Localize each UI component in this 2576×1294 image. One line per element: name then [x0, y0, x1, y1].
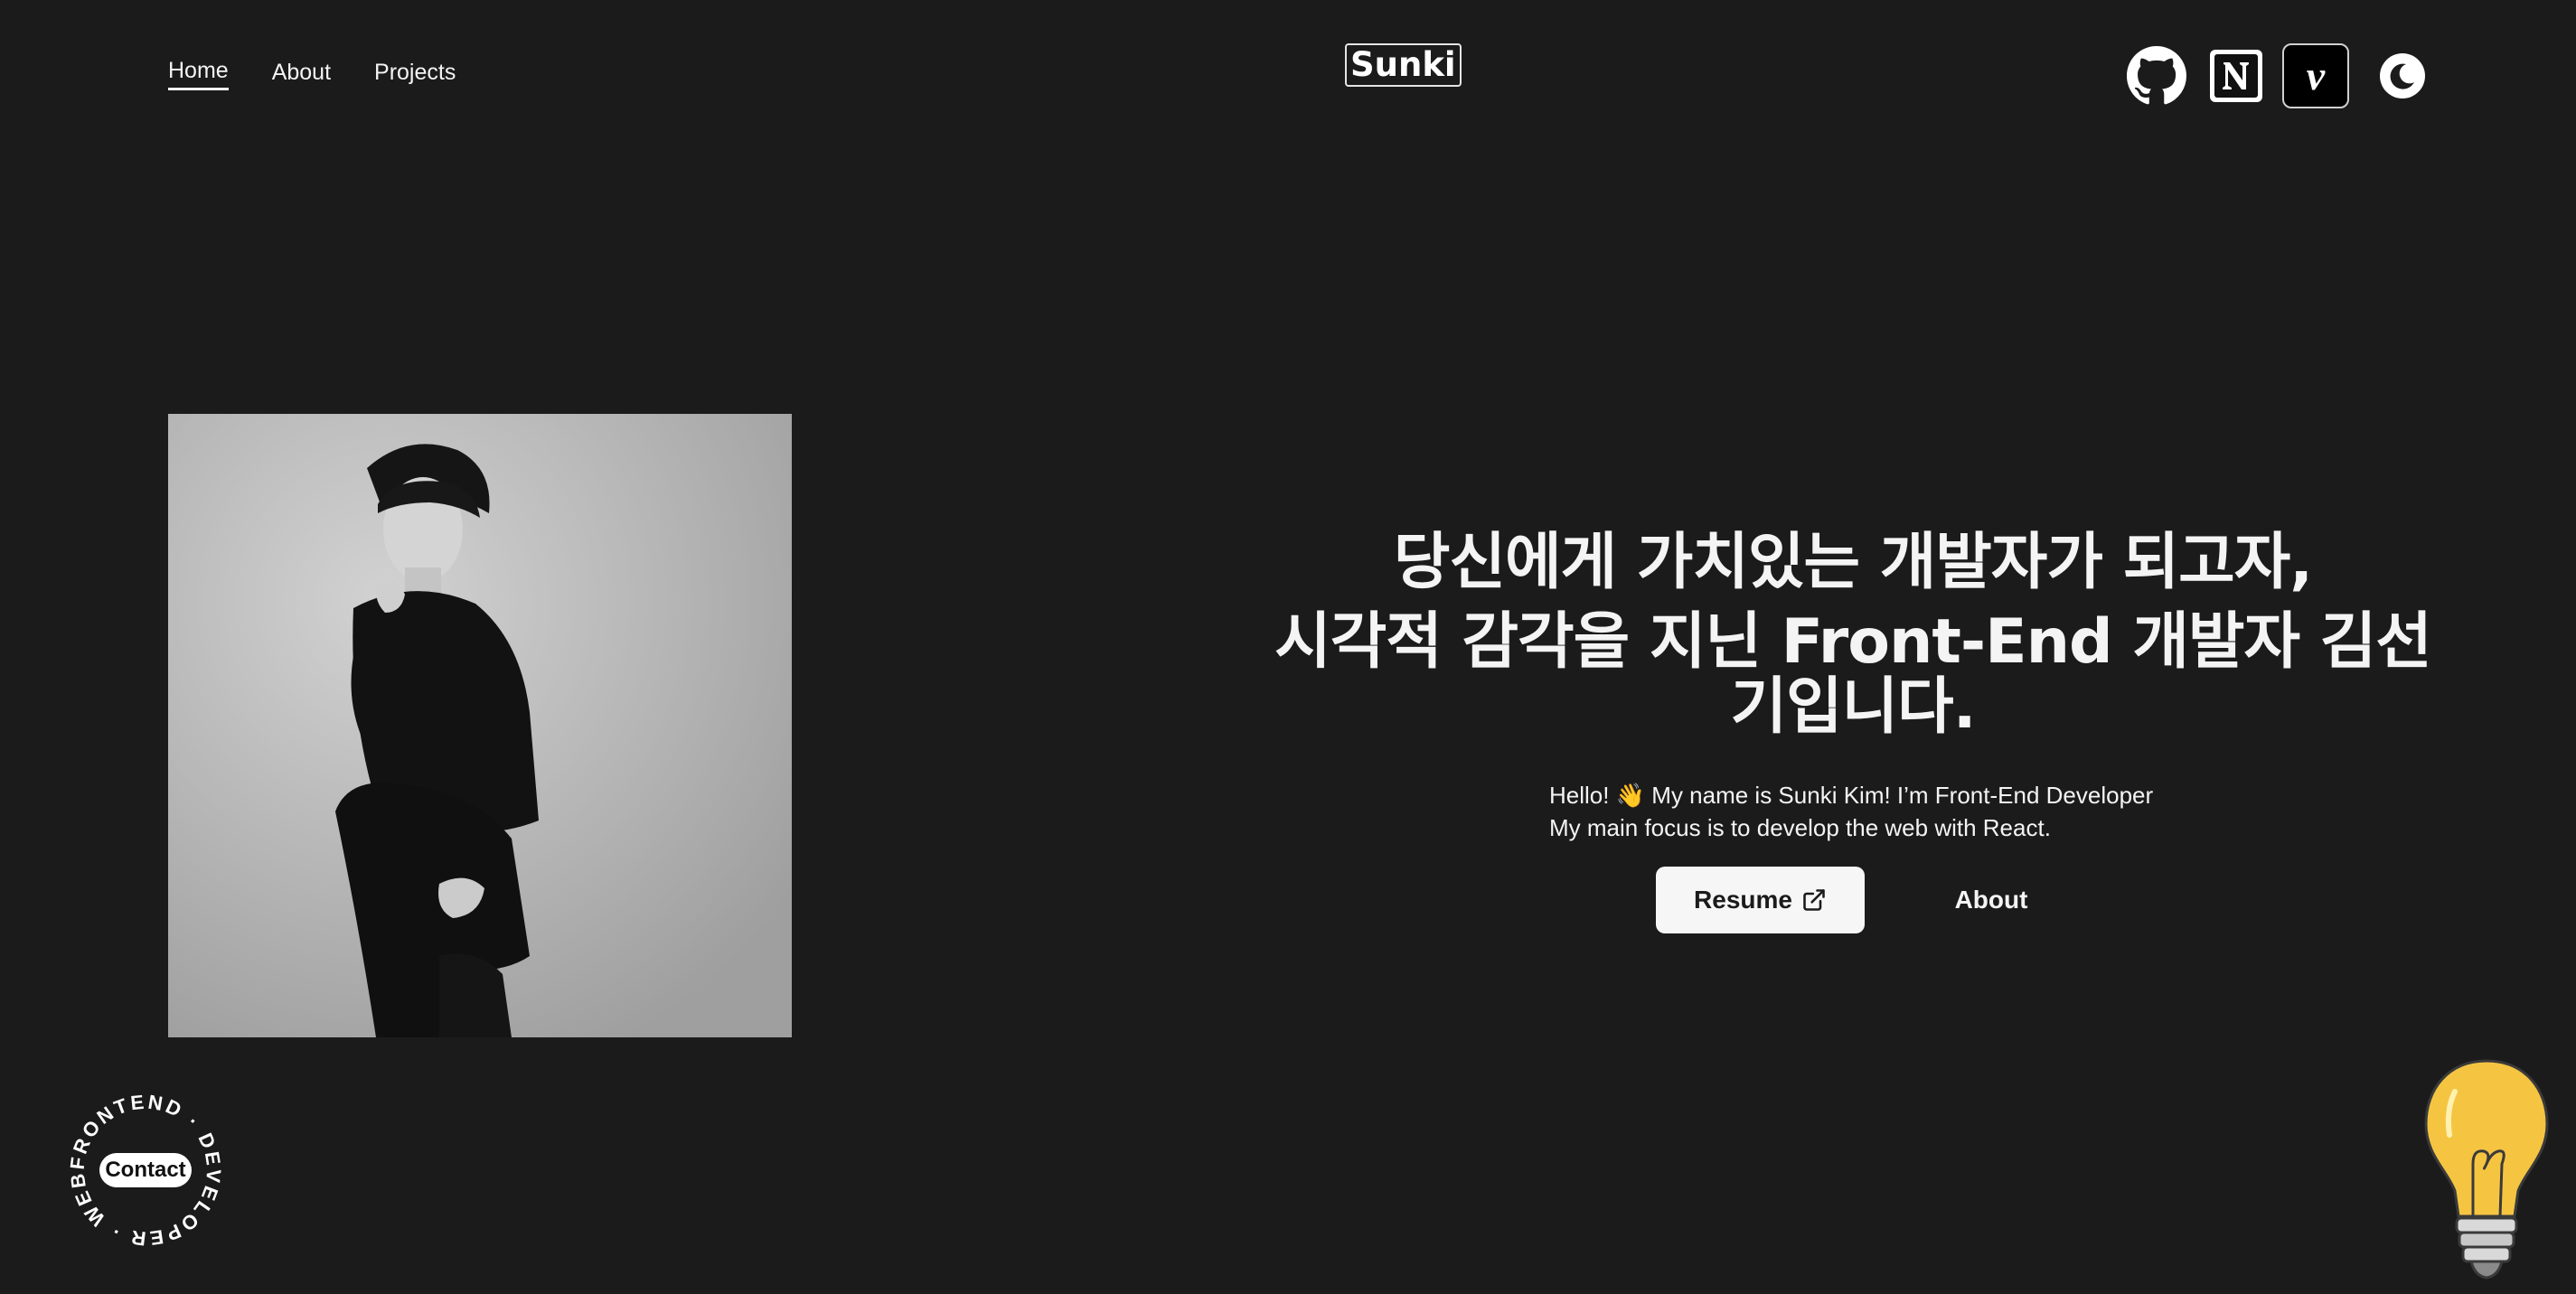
nav-projects[interactable]: Projects [374, 60, 456, 89]
resume-button-label: Resume [1694, 886, 1792, 914]
nav-about[interactable]: About [272, 60, 331, 89]
velog-icon: v [2307, 52, 2326, 98]
nav-home[interactable]: Home [168, 58, 229, 90]
headline-line-2: 시각적 감각을 지닌 Front-End 개발자 김선기입니다. [1274, 606, 2432, 743]
hero-headline: 당신에게 가치있는 개발자가 되고자, 시각적 감각을 지닌 Front-End… [1274, 520, 2432, 743]
github-link[interactable] [2124, 43, 2189, 108]
intro-line-2: My main focus is to develop the web with… [1549, 814, 2051, 841]
github-icon [2127, 46, 2186, 105]
main-nav: Home About Projects [168, 58, 456, 90]
profile-illustration [168, 414, 792, 1037]
headline-line-1: 당신에게 가치있는 개발자가 되고자, [1393, 527, 2313, 598]
contact-button[interactable]: Contact [99, 1153, 192, 1187]
external-link-icon [1803, 889, 1825, 911]
theme-toggle[interactable] [2375, 43, 2430, 108]
contact-badge: FRONTEND · DEVELOPER · WEB · Contact [69, 1093, 222, 1247]
hero-intro: Hello! 👋 My name is Sunki Kim! I’m Front… [1549, 779, 2153, 844]
svg-text:v: v [2307, 52, 2326, 98]
lightbulb-icon [2424, 1059, 2549, 1280]
moon-icon [2380, 53, 2425, 98]
profile-photo [168, 414, 792, 1037]
about-button[interactable]: About [1934, 867, 2048, 933]
velog-link[interactable]: v [2282, 43, 2349, 108]
site-logo[interactable]: Sunki [1345, 43, 1462, 87]
notion-link[interactable] [2204, 43, 2269, 108]
lightbulb-toggle[interactable] [2419, 1055, 2554, 1290]
resume-button[interactable]: Resume [1656, 867, 1865, 933]
intro-line-1: Hello! 👋 My name is Sunki Kim! I’m Front… [1549, 782, 2154, 809]
notion-icon [2210, 50, 2262, 102]
